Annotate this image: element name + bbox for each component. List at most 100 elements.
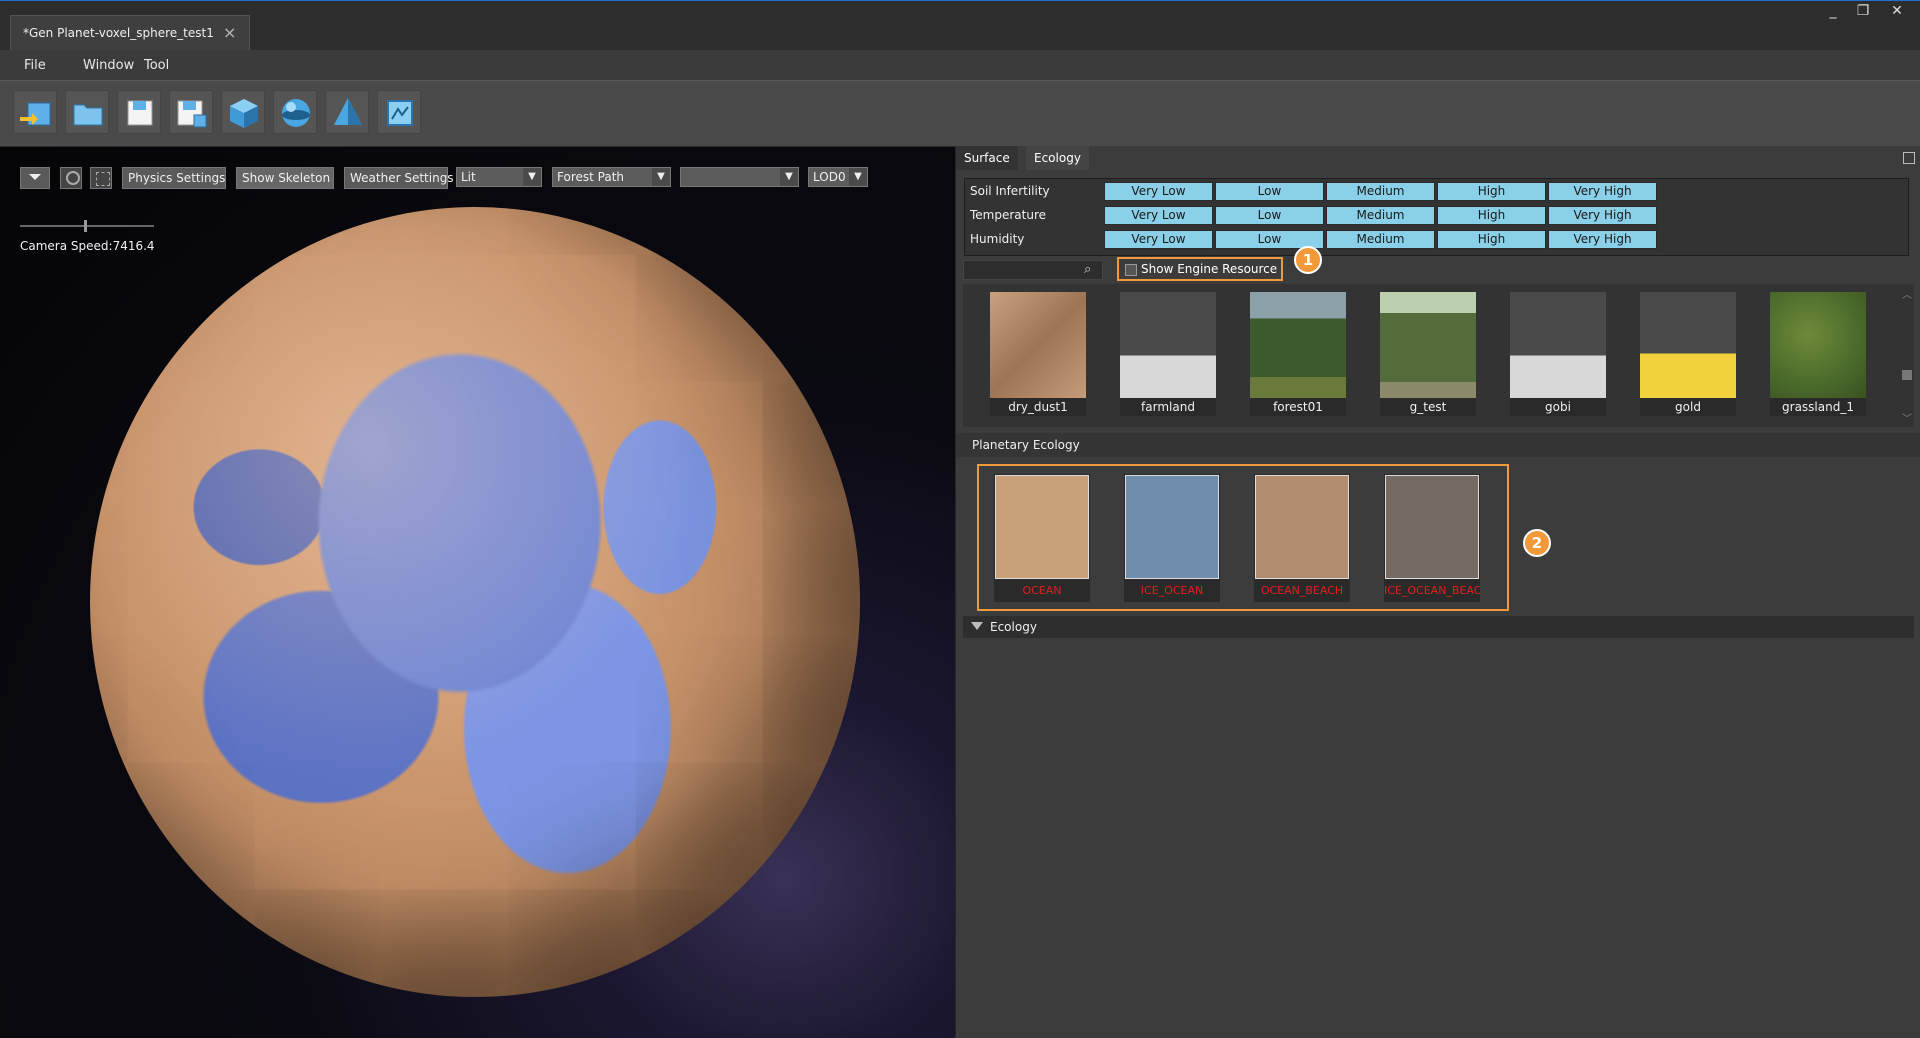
- ecology-panel: Surface Ecology Soil Infertility Tempera…: [955, 146, 1920, 1037]
- param-label-temperature: Temperature: [970, 208, 1047, 222]
- resource-thumbnail: [1380, 292, 1476, 398]
- weather-settings-button[interactable]: Weather Settings: [344, 167, 454, 189]
- resource-search-input[interactable]: [963, 260, 1103, 280]
- resource-list: dry_dust1 farmland forest01 g_test gobi …: [963, 284, 1914, 427]
- temperature-medium[interactable]: Medium: [1326, 206, 1435, 225]
- chevron-down-icon: ▼: [652, 168, 670, 186]
- temperature-very-low[interactable]: Very Low: [1104, 206, 1213, 225]
- scroll-down-icon[interactable]: ﹀: [1902, 410, 1912, 425]
- save-icon: [127, 100, 153, 126]
- resource-item[interactable]: gobi: [1510, 292, 1606, 416]
- import-button[interactable]: [13, 90, 57, 134]
- ecology-swatch: [995, 475, 1089, 579]
- import-icon: [20, 102, 51, 126]
- ecology-item[interactable]: OCEAN_BEACH: [1254, 474, 1350, 602]
- ecology-label: OCEAN: [1022, 584, 1062, 597]
- scroll-thumb[interactable]: [1902, 370, 1912, 380]
- pin-icon[interactable]: [1903, 152, 1915, 164]
- empty-select[interactable]: ▼: [680, 167, 799, 187]
- frame-icon: [387, 100, 413, 126]
- resource-thumbnail: [1510, 292, 1606, 398]
- open-folder-icon: [73, 104, 103, 126]
- search-icon[interactable]: ⌕: [1084, 262, 1091, 277]
- temperature-low[interactable]: Low: [1215, 206, 1324, 225]
- lighting-mode-value: Lit: [461, 170, 476, 184]
- engine-resource-checkbox[interactable]: [1125, 264, 1137, 276]
- path-select[interactable]: Forest Path ▼: [552, 167, 671, 187]
- resource-item[interactable]: dry_dust1: [990, 292, 1086, 416]
- humidity-high[interactable]: High: [1437, 230, 1546, 249]
- soil-high[interactable]: High: [1437, 182, 1546, 201]
- humidity-very-high[interactable]: Very High: [1548, 230, 1657, 249]
- soil-very-low[interactable]: Very Low: [1104, 182, 1213, 201]
- ecology-label: OCEAN_BEACH: [1260, 584, 1344, 597]
- resource-thumbnail: [990, 292, 1086, 398]
- resource-item[interactable]: grassland_1: [1770, 292, 1866, 416]
- menu-file[interactable]: File: [24, 58, 46, 73]
- tab-surface[interactable]: Surface: [956, 146, 1018, 170]
- close-window-button[interactable]: ✕: [1880, 1, 1914, 21]
- soil-very-high[interactable]: Very High: [1548, 182, 1657, 201]
- soil-low[interactable]: Low: [1215, 182, 1324, 201]
- temperature-very-high[interactable]: Very High: [1548, 206, 1657, 225]
- resource-item[interactable]: gold: [1640, 292, 1736, 416]
- main-toolbar: [0, 80, 1920, 148]
- refresh-icon: [66, 171, 80, 185]
- humidity-very-low[interactable]: Very Low: [1104, 230, 1213, 249]
- ecology-item[interactable]: ICE_OCEAN: [1124, 474, 1220, 602]
- menu-tool[interactable]: Tool: [144, 58, 169, 73]
- planetary-ecology-list: OCEAN ICE_OCEAN OCEAN_BEACH ICE_OCEAN_BE…: [977, 464, 1509, 611]
- show-engine-resource-toggle[interactable]: Show Engine Resource: [1117, 257, 1283, 281]
- restore-button[interactable]: ❐: [1846, 1, 1880, 21]
- cube-button[interactable]: [221, 90, 265, 134]
- ecology-swatch: [1255, 475, 1349, 579]
- resource-item[interactable]: g_test: [1380, 292, 1476, 416]
- resource-thumbnail: [1250, 292, 1346, 398]
- resource-label: g_test: [1409, 400, 1447, 414]
- grid-icon: [96, 172, 110, 186]
- ecology-swatch: [1125, 475, 1219, 579]
- ecology-label: ICE_OCEAN_BEAC: [1384, 584, 1480, 597]
- viewport-menu-button[interactable]: [20, 167, 50, 189]
- ecology-section-header[interactable]: Ecology: [963, 616, 1914, 638]
- planetary-ecology-title: Planetary Ecology: [972, 438, 1080, 452]
- save-as-button[interactable]: [169, 90, 213, 134]
- lighting-mode-select[interactable]: Lit ▼: [456, 167, 542, 187]
- frame-button[interactable]: [377, 90, 421, 134]
- save-as-icon: [177, 100, 207, 128]
- cone-button[interactable]: [325, 90, 369, 134]
- ecology-section-title: Ecology: [990, 620, 1037, 634]
- callout-badge-1: 1: [1294, 246, 1322, 274]
- resource-scrollbar[interactable]: ︿ ﹀: [1900, 284, 1914, 427]
- resource-item[interactable]: farmland: [1120, 292, 1216, 416]
- camera-speed-slider[interactable]: [20, 225, 154, 227]
- minimize-button[interactable]: _: [1816, 1, 1850, 21]
- collapse-arrow-icon[interactable]: [971, 622, 983, 630]
- scroll-up-icon[interactable]: ︿: [1902, 286, 1912, 301]
- sphere-button[interactable]: [273, 90, 317, 134]
- menu-bar: File Window Tool: [0, 50, 1920, 80]
- physics-settings-button[interactable]: Physics Settings: [122, 167, 226, 189]
- 3d-viewport[interactable]: Physics Settings Show Skeleton Weather S…: [0, 146, 955, 1038]
- refresh-button[interactable]: [60, 167, 82, 189]
- save-button[interactable]: [117, 90, 161, 134]
- path-value: Forest Path: [557, 170, 625, 184]
- temperature-high[interactable]: High: [1437, 206, 1546, 225]
- tab-ecology[interactable]: Ecology: [1026, 146, 1089, 170]
- ecology-item[interactable]: ICE_OCEAN_BEAC: [1384, 474, 1480, 602]
- resource-thumbnail: [1770, 292, 1866, 398]
- ecology-item[interactable]: OCEAN: [994, 474, 1090, 602]
- document-tab[interactable]: *Gen Planet-voxel_sphere_test1 ×: [10, 15, 250, 51]
- camera-speed-thumb[interactable]: [84, 220, 87, 232]
- ecology-swatch: [1385, 475, 1479, 579]
- menu-window[interactable]: Window: [83, 58, 134, 73]
- show-skeleton-button[interactable]: Show Skeleton: [236, 167, 334, 189]
- grid-toggle-button[interactable]: [90, 167, 112, 189]
- open-button[interactable]: [65, 90, 109, 134]
- close-tab-icon[interactable]: ×: [223, 23, 236, 42]
- resource-item[interactable]: forest01: [1250, 292, 1346, 416]
- lod-select[interactable]: LOD0 ▼: [808, 167, 868, 187]
- humidity-medium[interactable]: Medium: [1326, 230, 1435, 249]
- resource-thumbnail: [1120, 292, 1216, 398]
- soil-medium[interactable]: Medium: [1326, 182, 1435, 201]
